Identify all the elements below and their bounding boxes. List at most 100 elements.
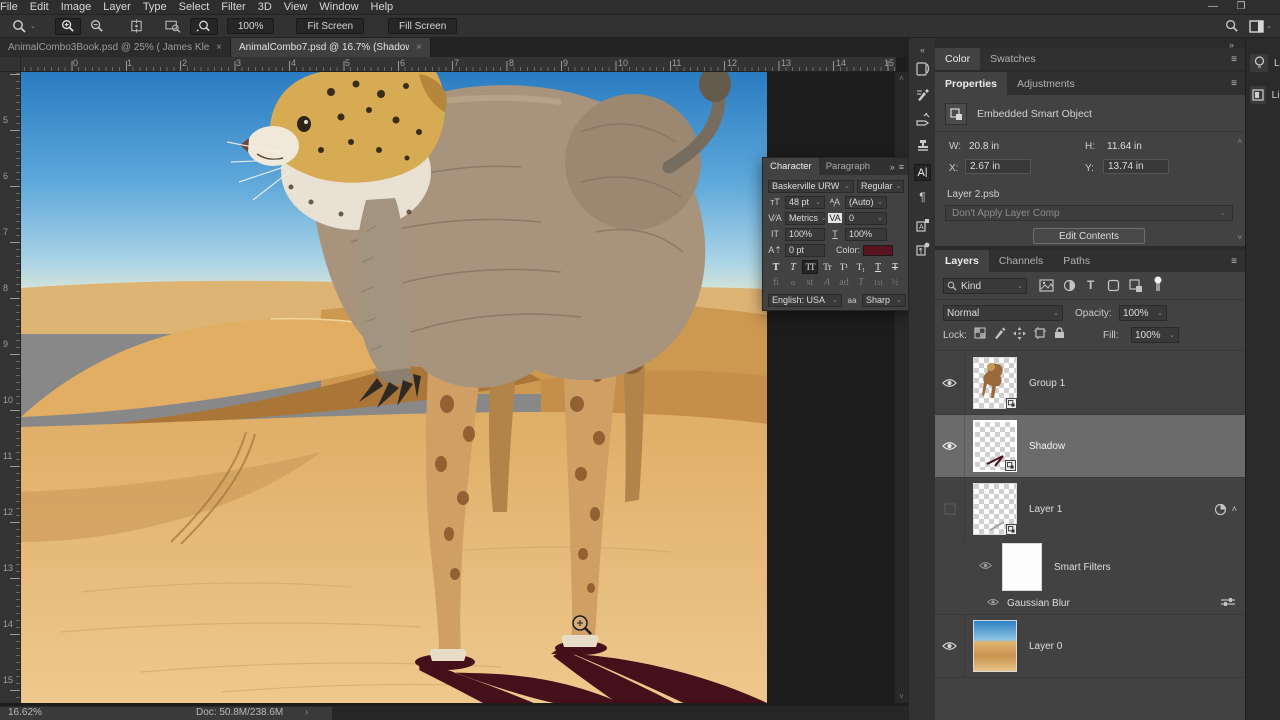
anti-alias-select[interactable]: Sharp ⌄ [862,293,906,307]
menu-layer[interactable]: Layer [97,1,137,13]
filter-mask-thumbnail[interactable] [1002,543,1042,591]
smart-filter-indicator-icon[interactable] [1214,503,1227,516]
expand-panels-icon[interactable]: « [914,41,931,58]
workspace-switcher-icon[interactable]: ⌄ [1249,19,1272,33]
underline-button[interactable]: T [870,260,886,274]
ruler-corner[interactable] [0,57,21,72]
zoom-100-button[interactable]: 100% [226,18,275,34]
tab-paths[interactable]: Paths [1053,250,1100,272]
zoom-level-field[interactable]: 16.62% [8,707,42,718]
character-panel-icon[interactable]: A | [914,164,931,181]
properties-scroll-down-icon[interactable]: ˅ [1237,233,1242,242]
ot-ordinals-button[interactable]: 1st [870,275,886,289]
menu-filter[interactable]: Filter [215,1,251,13]
strikethrough-button[interactable]: T [887,260,903,274]
search-icon[interactable] [1225,19,1239,33]
menu-window[interactable]: Window [313,1,364,13]
layer-row-group1[interactable]: Group 1 [935,352,1245,414]
blend-mode-select[interactable]: Normal ⌄ [943,305,1063,321]
menu-view[interactable]: View [278,1,314,13]
zoom-all-windows-icon[interactable] [159,18,187,35]
tab-paragraph[interactable]: Paragraph [819,158,877,175]
paragraph-styles-panel-icon[interactable]: ¶ [914,240,931,257]
collapse-panel-icon[interactable]: » [890,162,895,172]
edit-contents-button[interactable]: Edit Contents [1033,228,1145,244]
menu-edit[interactable]: Edit [24,1,55,13]
superscript-button[interactable]: T¹ [836,260,852,274]
menu-file[interactable]: File [0,1,24,13]
tool-presets-panel-icon[interactable] [914,110,931,127]
horizontal-ruler[interactable]: 1 0 1 2 3 4 5 6 7 8 9 10 11 12 13 14 15 [0,57,896,72]
layer-thumbnail[interactable] [973,357,1017,409]
layer-name[interactable]: Group 1 [1029,378,1065,389]
vertical-scale-field[interactable]: 100% [785,227,825,241]
lock-artboard-icon[interactable] [1031,327,1048,339]
filter-pixel-layers-icon[interactable] [1039,279,1054,295]
menu-3d[interactable]: 3D [252,1,278,13]
text-color-swatch[interactable] [863,244,894,256]
lock-position-icon[interactable] [1011,327,1028,340]
visibility-toggle[interactable] [935,478,965,540]
color-panel-menu-icon[interactable]: ≡ [1231,48,1245,70]
small-caps-button[interactable]: Tᴛ [819,260,835,274]
menu-image[interactable]: Image [55,1,98,13]
scroll-down-icon[interactable]: ˅ [899,692,904,701]
ot-titling-button[interactable]: T [853,275,869,289]
visibility-toggle[interactable] [935,415,965,477]
ot-discretionary-button[interactable]: st [802,275,818,289]
gaussian-blur-row[interactable]: Gaussian Blur [935,594,1245,612]
filter-adjustment-layers-icon[interactable] [1063,279,1076,295]
x-field[interactable]: 2.67 in [965,159,1031,174]
ot-fractions-button[interactable]: ½ [887,275,903,289]
panel-menu-icon[interactable]: ≡ [899,162,904,172]
brushes-panel-icon[interactable] [914,86,931,103]
layer-thumbnail[interactable] [973,420,1017,472]
fill-screen-button[interactable]: Fill Screen [388,18,458,34]
scrubby-zoom-icon[interactable] [189,17,218,35]
visibility-toggle[interactable] [979,561,992,573]
visibility-toggle[interactable] [935,352,965,414]
zoom-in-button[interactable] [54,17,81,35]
all-caps-button[interactable]: TT [802,260,818,274]
properties-scroll-up-icon[interactable]: ˄ [1237,137,1242,146]
lock-all-icon[interactable] [1051,327,1068,339]
properties-panel-menu-icon[interactable]: ≡ [1231,72,1245,95]
layers-panel-menu-icon[interactable]: ≡ [1231,250,1245,272]
brush-settings-panel-icon[interactable] [914,60,931,77]
layer-comp-select[interactable]: Don't Apply Layer Comp ⌄ [945,205,1233,221]
kerning-select[interactable]: Metrics ⌄ [785,211,827,225]
ot-contextual-button[interactable]: ℴ [785,275,801,289]
scroll-up-icon[interactable]: ˄ [899,74,904,83]
filtering-toggle[interactable] [1153,276,1163,295]
tab-character[interactable]: Character [763,158,819,175]
menu-select[interactable]: Select [173,1,216,13]
layer-row-shadow[interactable]: Shadow [935,415,1245,477]
font-family-select[interactable]: Baskerville URW ⌄ [768,179,854,193]
baseline-shift-field[interactable]: 0 pt [785,243,825,257]
paragraph-panel-icon[interactable]: ¶ [914,188,931,205]
filter-smart-objects-icon[interactable] [1129,279,1143,295]
layer-name[interactable]: Layer 1 [1029,504,1062,515]
leading-select[interactable]: (Auto) ⌄ [845,195,887,209]
status-menu-arrow-icon[interactable]: › [305,707,308,718]
canvas[interactable] [21,66,767,720]
font-size-select[interactable]: 48 pt ⌄ [785,195,825,209]
horizontal-scale-field[interactable]: 100% [845,227,887,241]
document-tab-1[interactable]: AnimalCombo3Book.psd @ 25% ( James Kleck… [0,38,231,57]
tracking-select[interactable]: 0 ⌄ [845,211,887,225]
tab-swatches[interactable]: Swatches [980,48,1046,70]
minimize-button[interactable]: — [1203,1,1223,12]
subscript-button[interactable]: T₁ [853,260,869,274]
tab-color[interactable]: Color [935,48,981,70]
smart-filters-label[interactable]: Smart Filters [1054,562,1111,573]
tab-properties[interactable]: Properties [935,72,1007,95]
ot-ligatures-button[interactable]: fi [768,275,784,289]
layer-thumbnail[interactable] [973,620,1017,672]
lock-transparency-icon[interactable] [971,327,988,339]
filter-type-layers-icon[interactable]: T [1087,278,1094,292]
faux-bold-button[interactable]: T [768,260,784,274]
fit-screen-button[interactable]: Fit Screen [296,18,365,34]
lock-pixels-icon[interactable] [991,327,1008,339]
zoom-tool-icon[interactable]: ⌄ [6,18,42,35]
restore-button[interactable]: ❐ [1231,1,1251,12]
